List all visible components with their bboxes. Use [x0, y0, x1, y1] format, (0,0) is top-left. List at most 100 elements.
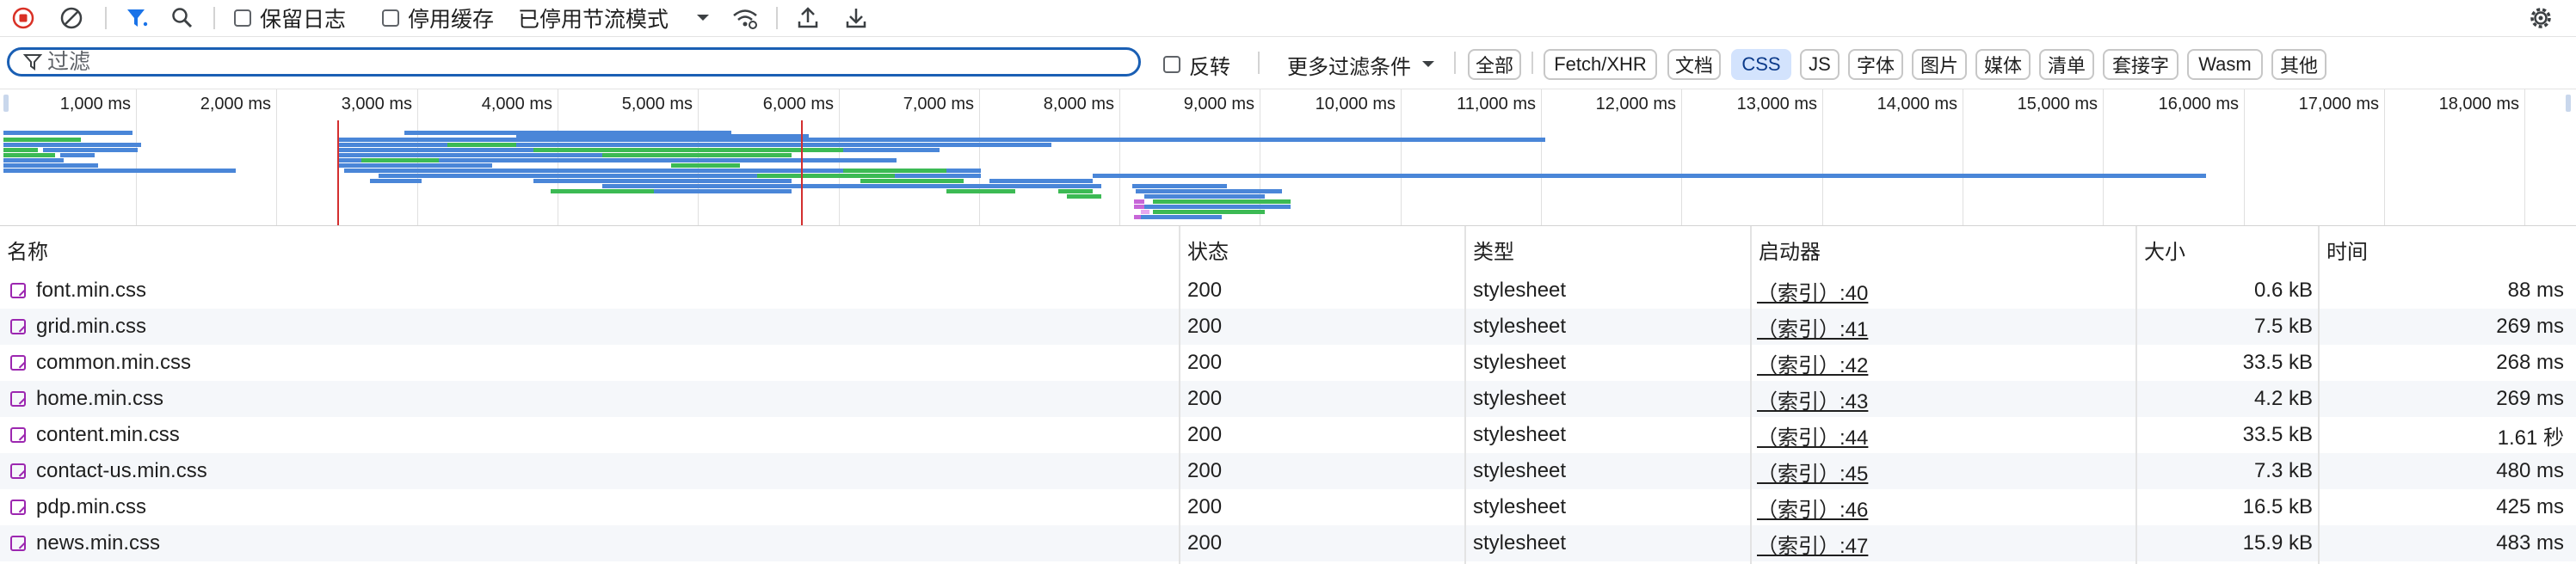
column-header-status[interactable]: 状态 [1180, 226, 1464, 273]
gear-icon[interactable] [2528, 0, 2554, 36]
initiator-link[interactable]: （索引）:41 [1757, 312, 1868, 342]
overview-tick-line [417, 89, 418, 225]
type-filter-media[interactable]: 媒体 [1975, 49, 2031, 80]
invert-checkbox[interactable]: 反转 [1163, 49, 1230, 80]
type-filter-wasm[interactable]: Wasm [2187, 49, 2263, 80]
type-filter-font[interactable]: 字体 [1848, 49, 1903, 80]
overview-tick-label: 8,000 ms [1043, 95, 1114, 113]
checkbox-icon[interactable] [382, 9, 399, 27]
request-name-cell[interactable]: grid.min.css [10, 309, 1172, 345]
request-name: content.min.css [36, 423, 180, 446]
column-header-time[interactable]: 时间 [2320, 226, 2576, 273]
time-cell: 269 ms [2496, 387, 2564, 410]
initiator-link[interactable]: （索引）:44 [1757, 420, 1868, 451]
load-event-marker [801, 120, 803, 225]
table-row[interactable]: pdp.min.css 200 stylesheet （索引）:46 16.5 … [0, 489, 2576, 525]
stylesheet-file-icon [10, 536, 26, 551]
initiator-link[interactable]: （索引）:40 [1757, 276, 1868, 306]
overview-tick-line [1541, 89, 1542, 225]
search-icon[interactable] [170, 0, 194, 36]
column-divider[interactable] [2135, 226, 2137, 564]
more-filters-dropdown[interactable]: 更多过滤条件 [1287, 49, 1435, 80]
column-header-initiator[interactable]: 启动器 [1752, 226, 2135, 273]
table-row[interactable]: font.min.css 200 stylesheet （索引）:40 0.6 … [0, 273, 2576, 309]
type-cell: stylesheet [1473, 459, 1567, 482]
type-filter-all[interactable]: 全部 [1468, 49, 1521, 80]
waterfall-bar [1134, 215, 1141, 219]
table-row[interactable]: home.min.css 200 stylesheet （索引）:43 4.2 … [0, 381, 2576, 417]
throttling-select[interactable]: 已停用节流模式 [518, 0, 669, 36]
initiator-cell: （索引）:42 [1757, 345, 2118, 381]
preserve-log-label: 保留日志 [260, 8, 347, 32]
table-row[interactable]: common.min.css 200 stylesheet （索引）:42 33… [0, 345, 2576, 381]
disable-cache-checkbox[interactable]: 停用缓存 [382, 0, 494, 36]
request-name-cell[interactable]: pdp.min.css [10, 489, 1172, 525]
column-divider[interactable] [1179, 226, 1180, 564]
type-filter-manifest[interactable]: 清单 [2039, 49, 2094, 80]
type-cell: stylesheet [1473, 531, 1567, 555]
type-filter-document[interactable]: 文档 [1667, 49, 1721, 80]
table-row[interactable]: contact-us.min.css 200 stylesheet （索引）:4… [0, 453, 2576, 489]
waterfall-bar [1134, 199, 1144, 204]
filter-input-box[interactable] [7, 47, 1141, 77]
initiator-link[interactable]: （索引）:47 [1757, 529, 1868, 559]
type-filter-js[interactable]: JS [1800, 49, 1840, 80]
filter-bar: 反转 更多过滤条件 全部 Fetch/XHR 文档 CSS JS 字体 图片 媒… [0, 37, 2576, 89]
waterfall-bar [946, 189, 1015, 193]
initiator-link[interactable]: （索引）:45 [1757, 457, 1868, 487]
initiator-link[interactable]: （索引）:43 [1757, 384, 1868, 414]
initiator-link[interactable]: （索引）:42 [1757, 348, 1868, 378]
column-divider[interactable] [1750, 226, 1752, 564]
column-header-size[interactable]: 大小 [2137, 226, 2318, 273]
request-name-cell[interactable]: content.min.css [10, 417, 1172, 453]
request-name-cell[interactable]: news.min.css [10, 525, 1172, 561]
chevron-down-icon[interactable] [695, 0, 711, 36]
column-divider[interactable] [2318, 226, 2320, 564]
network-conditions-wifi-icon[interactable] [731, 0, 759, 36]
column-header-name[interactable]: 名称 [0, 226, 1179, 273]
waterfall-bar [1132, 184, 1227, 188]
waterfall-bar [551, 189, 654, 193]
table-row[interactable]: content.min.css 200 stylesheet （索引）:44 3… [0, 417, 2576, 453]
initiator-cell: （索引）:43 [1757, 381, 2118, 417]
request-name-cell[interactable]: common.min.css [10, 345, 1172, 381]
size-cell: 7.3 kB [2253, 459, 2313, 482]
overview-right-handle[interactable] [2566, 95, 2571, 112]
request-name-cell[interactable]: contact-us.min.css [10, 453, 1172, 489]
filter-input[interactable] [47, 49, 1080, 75]
waterfall-bar [60, 153, 95, 157]
table-row[interactable]: news.min.css 200 stylesheet （索引）:47 15.9… [0, 525, 2576, 561]
devtools-network-toolbar: 保留日志 停用缓存 已停用节流模式 [0, 0, 2576, 37]
waterfall-bar [1141, 210, 1149, 214]
overview-left-handle[interactable] [3, 95, 9, 112]
overview-tick-label: 2,000 ms [200, 95, 271, 113]
network-overview-timeline[interactable]: 1,000 ms 2,000 ms 3,000 ms 4,000 ms 5,000 ms… [0, 89, 2576, 226]
column-divider[interactable] [1464, 226, 1466, 564]
type-filter-image[interactable]: 图片 [1912, 49, 1967, 80]
upload-import-icon[interactable] [796, 0, 820, 36]
request-name: home.min.css [36, 387, 164, 410]
table-row[interactable]: grid.min.css 200 stylesheet （索引）:41 7.5 … [0, 309, 2576, 345]
clear-block-icon[interactable] [59, 0, 83, 36]
overview-tick-line [979, 89, 980, 225]
overview-tick-label: 17,000 ms [2298, 95, 2379, 113]
stylesheet-file-icon [10, 391, 26, 407]
overview-tick-line [1822, 89, 1823, 225]
request-name: contact-us.min.css [36, 459, 207, 482]
record-stop-icon[interactable] [12, 0, 34, 36]
request-name-cell[interactable]: font.min.css [10, 273, 1172, 309]
type-filter-fetch-xhr[interactable]: Fetch/XHR [1544, 49, 1657, 80]
checkbox-icon[interactable] [1163, 56, 1180, 73]
column-header-type[interactable]: 类型 [1466, 226, 1750, 273]
request-name-cell[interactable]: home.min.css [10, 381, 1172, 417]
preserve-log-checkbox[interactable]: 保留日志 [234, 0, 346, 36]
size-cell: 4.2 kB [2253, 387, 2313, 410]
type-filter-websocket[interactable]: 套接字 [2103, 49, 2179, 80]
checkbox-icon[interactable] [234, 9, 251, 27]
download-export-icon[interactable] [844, 0, 868, 36]
type-filter-other[interactable]: 其他 [2271, 49, 2326, 80]
overview-tick-label: 1,000 ms [59, 95, 131, 113]
filter-funnel-icon[interactable] [125, 0, 151, 36]
initiator-link[interactable]: （索引）:46 [1757, 493, 1868, 523]
type-filter-css[interactable]: CSS [1731, 49, 1791, 80]
